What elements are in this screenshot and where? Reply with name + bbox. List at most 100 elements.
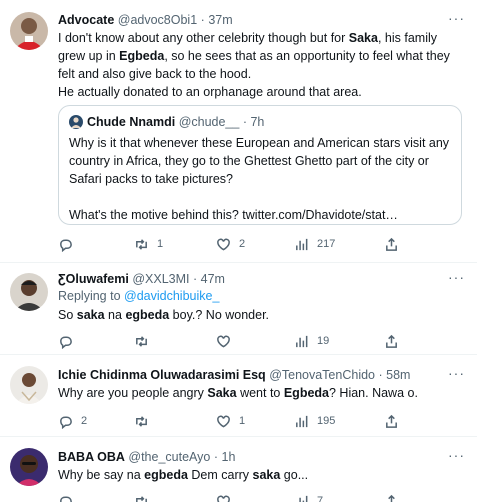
views-count: 217 (317, 238, 336, 250)
quoted-text: Why is it that whenever these European a… (69, 134, 451, 224)
share-icon (386, 414, 397, 428)
author-handle[interactable]: @advoc8Obi1 (118, 13, 197, 27)
quoted-text-paragraph: Why is it that whenever these European a… (69, 136, 450, 186)
like-button[interactable]: 2 (216, 236, 245, 252)
share-button[interactable] (384, 236, 399, 252)
retweet-icon (136, 495, 147, 502)
text-run: Why are you people angry (58, 386, 208, 400)
more-options-icon[interactable]: ··· (448, 269, 465, 285)
tweet-text-line: I don't know about any other celebrity t… (58, 29, 463, 83)
tweet-feed: Advocate @advoc8Obi1 · 37m ··· I don't k… (0, 0, 477, 502)
quoted-tweet[interactable]: Chude Nnamdi @chude__ · 7h Why is it tha… (58, 105, 462, 225)
timestamp[interactable]: 37m (208, 13, 232, 27)
quoted-text-paragraph: What's the motive behind this? twitter.c… (69, 208, 398, 222)
reply-button[interactable]: 2 (58, 413, 87, 429)
author-handle[interactable]: @the_cuteAyo (128, 450, 210, 464)
separator-dot: · (213, 450, 219, 464)
more-options-icon[interactable]: ··· (448, 447, 465, 463)
avatar[interactable] (10, 273, 48, 311)
share-button[interactable] (384, 493, 399, 502)
avatar[interactable] (10, 366, 48, 404)
retweet-button[interactable] (134, 333, 157, 349)
reply-icon (60, 336, 72, 349)
text-run-bold: Egbeda (283, 386, 329, 400)
replying-to-label: Replying to (58, 289, 125, 303)
quoted-author-handle: @chude__ (178, 115, 240, 129)
quoted-header: Chude Nnamdi @chude__ · 7h (87, 114, 264, 130)
text-run-bold: egbeda (144, 468, 188, 482)
quoted-avatar (69, 115, 83, 129)
reply-icon (60, 416, 72, 429)
timestamp[interactable]: 1h (222, 450, 236, 464)
retweet-button[interactable] (134, 493, 157, 502)
text-run: na (104, 308, 126, 322)
like-icon (217, 335, 230, 348)
tweet[interactable]: BABA OBA @the_cuteAyo · 1h ··· Why be sa… (0, 437, 477, 502)
views-button[interactable]: 7 (294, 493, 323, 502)
text-run-bold: saka (252, 468, 281, 482)
tweet-header: Advocate @advoc8Obi1 · 37m (58, 12, 447, 28)
reply-count: 2 (81, 415, 88, 427)
author-handle[interactable]: @TenovaTenChido (269, 368, 375, 382)
timestamp[interactable]: 47m (201, 272, 225, 286)
author-name[interactable]: ƸOluwafemi (58, 272, 129, 286)
views-button[interactable]: 217 (294, 236, 335, 252)
tweet-actions: 2 1 195 (58, 413, 398, 429)
reply-button[interactable] (58, 493, 81, 502)
like-count: 2 (239, 238, 246, 250)
share-button[interactable] (384, 413, 399, 429)
share-icon (386, 334, 397, 348)
separator-dot: · (192, 272, 198, 286)
text-run: ? Hian. Nawa o. (329, 386, 418, 400)
author-name[interactable]: BABA OBA (58, 450, 125, 464)
avatar[interactable] (10, 448, 48, 486)
author-name[interactable]: Ichie Chidinma Oluwadarasimi Esq (58, 368, 266, 382)
author-name[interactable]: Advocate (58, 13, 114, 27)
text-run-bold: Saka (207, 386, 237, 400)
tweet[interactable]: Advocate @advoc8Obi1 · 37m ··· I don't k… (0, 0, 477, 263)
views-count: 19 (317, 335, 330, 347)
tweet-text: So saka na egbeda boy.? No wonder. (58, 306, 463, 324)
like-button[interactable] (216, 493, 239, 502)
tweet[interactable]: Ichie Chidinma Oluwadarasimi Esq @Tenova… (0, 355, 477, 437)
views-button[interactable]: 195 (294, 413, 335, 429)
retweet-icon (136, 335, 147, 347)
tweet-text: I don't know about any other celebrity t… (58, 29, 463, 101)
tweet-actions: 19 (58, 333, 398, 349)
text-run: went to (236, 386, 284, 400)
share-icon (386, 494, 397, 502)
tweet[interactable]: ƸOluwafemi @XXL3MI · 47m ··· Replying to… (0, 263, 477, 355)
replying-to-link[interactable]: @davidchibuike_ (124, 289, 219, 303)
text-run: Dem carry (187, 468, 253, 482)
views-icon (296, 415, 308, 427)
retweet-button[interactable]: 1 (134, 236, 163, 252)
replying-to: Replying to @davidchibuike_ (58, 288, 219, 304)
reply-button[interactable] (58, 236, 81, 252)
timestamp[interactable]: 58m (386, 368, 410, 382)
tweet-actions: 7 (58, 493, 398, 502)
like-button[interactable]: 1 (216, 413, 245, 429)
share-button[interactable] (384, 333, 399, 349)
text-run: So (58, 308, 77, 322)
tweet-header: BABA OBA @the_cuteAyo · 1h (58, 449, 447, 465)
author-handle[interactable]: @XXL3MI (132, 272, 189, 286)
text-run-bold: egbeda (125, 308, 170, 322)
tweet-text: Why are you people angry Saka went to Eg… (58, 384, 463, 402)
tweet-header: ƸOluwafemi @XXL3MI · 47m (58, 271, 447, 287)
retweet-icon (136, 415, 147, 427)
tweet-text: Why be say na egbeda Dem carry saka go..… (58, 466, 463, 484)
more-options-icon[interactable]: ··· (448, 365, 465, 381)
like-icon (217, 495, 230, 502)
text-run-bold: saka (76, 308, 105, 322)
reply-button[interactable] (58, 333, 81, 349)
like-button[interactable] (216, 333, 239, 349)
separator-dot: · (242, 115, 247, 129)
reply-icon (60, 496, 72, 502)
tweet-header: Ichie Chidinma Oluwadarasimi Esq @Tenova… (58, 367, 447, 383)
tweet-actions: 1 2 217 (58, 236, 398, 252)
views-button[interactable]: 19 (294, 333, 329, 349)
avatar[interactable] (10, 12, 48, 50)
more-options-icon[interactable]: ··· (448, 10, 465, 26)
retweet-icon (136, 238, 147, 250)
retweet-button[interactable] (134, 413, 157, 429)
